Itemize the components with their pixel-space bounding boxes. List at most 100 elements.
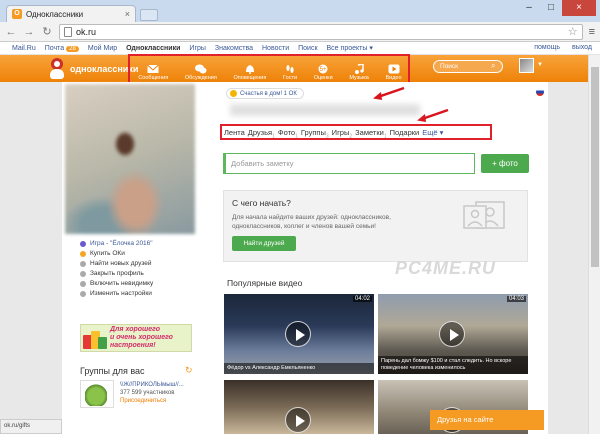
ok-logo[interactable]: одноклассники — [48, 58, 138, 79]
tab-close-icon[interactable]: × — [125, 9, 130, 19]
video-card[interactable]: 04:02 Фёдор vs Александр Емельяненко — [224, 294, 374, 374]
page-scrollbar[interactable] — [588, 55, 600, 434]
nav-guests-label: Гости — [283, 75, 298, 81]
browser-menu-icon[interactable]: ≡ — [589, 26, 595, 38]
menu-find-friends-label[interactable]: Найти новых друзей — [90, 260, 151, 267]
language-flag-icon[interactable] — [536, 88, 544, 96]
minimize-icon[interactable]: – — [518, 0, 540, 16]
link-mail-label[interactable]: Почта — [45, 45, 64, 52]
refresh-icon[interactable]: ↻ — [185, 365, 193, 376]
maximize-icon[interactable]: □ — [540, 0, 562, 16]
tab-notes[interactable]: Заметки1 — [355, 128, 386, 140]
link-search[interactable]: Поиск — [298, 45, 317, 52]
nav-messages[interactable]: Сообщения — [138, 64, 168, 81]
reload-icon[interactable]: ↻ — [41, 25, 53, 38]
profile-left-menu: Игра - "Ёлочка 2016" Купить ОКи Найти но… — [80, 240, 200, 297]
menu-invisible[interactable]: Включить невидимку — [80, 280, 200, 287]
happy-home-badge[interactable]: Счастья в дом! 1 ОК — [226, 88, 304, 99]
play-icon[interactable] — [285, 407, 311, 433]
forward-arrow-icon[interactable]: → — [23, 26, 35, 38]
tab-games[interactable]: Игры2 — [332, 128, 352, 140]
nav-ratings[interactable]: 5+ Оценки — [314, 64, 333, 81]
nav-discussions[interactable]: Обсуждения — [185, 64, 217, 81]
getting-started-title: С чего начать? — [232, 198, 291, 208]
link-dating[interactable]: Знакомства — [215, 45, 253, 52]
browser-tab[interactable]: О Одноклассники × — [6, 5, 136, 22]
tab-gifts-label[interactable]: Подарки — [390, 128, 420, 137]
annotation-arrow-icon — [373, 86, 405, 100]
link-news[interactable]: Новости — [262, 45, 289, 52]
tab-more[interactable]: Ещё ▾ — [422, 128, 443, 140]
link-logout[interactable]: выход — [572, 44, 592, 51]
tab-notes-label[interactable]: Заметки — [355, 128, 384, 137]
back-arrow-icon[interactable]: ← — [5, 26, 17, 38]
play-icon[interactable] — [439, 321, 465, 347]
tab-more-label[interactable]: Ещё — [422, 128, 437, 137]
video-card[interactable] — [224, 380, 374, 434]
group-thumbnail[interactable] — [80, 380, 114, 408]
url-text[interactable]: ok.ru — [76, 27, 564, 37]
gift-boxes-icon — [83, 327, 107, 349]
gamepad-icon — [80, 240, 86, 247]
user-avatar-small[interactable] — [519, 58, 534, 73]
menu-game-label[interactable]: Игра - "Ёлочка 2016" — [90, 240, 153, 247]
add-note-input[interactable]: Добавить заметку — [223, 153, 475, 174]
menu-close-profile[interactable]: Закрыть профиль — [80, 270, 200, 277]
menu-close-profile-label[interactable]: Закрыть профиль — [90, 270, 144, 277]
tab-feed-label[interactable]: Лента — [224, 128, 245, 137]
link-all-projects[interactable]: Все проекты ▾ — [327, 44, 373, 52]
menu-invisible-label[interactable]: Включить невидимку — [90, 280, 153, 287]
tab-groups[interactable]: Группы3 — [301, 128, 329, 140]
people-icon — [80, 260, 86, 267]
close-window-icon[interactable]: × — [562, 0, 596, 16]
menu-buy-ok[interactable]: Купить ОКи — [80, 250, 200, 257]
chat-bubbles-icon — [194, 64, 207, 74]
link-moimir[interactable]: Мой Мир — [88, 45, 117, 52]
link-games[interactable]: Игры — [189, 45, 206, 52]
link-mail[interactable]: Почта 28 — [45, 45, 79, 52]
menu-settings-label[interactable]: Изменить настройки — [90, 290, 152, 297]
menu-game-link[interactable]: Игра - "Ёлочка 2016" — [80, 240, 200, 247]
nav-video[interactable]: Видео — [385, 64, 402, 81]
tab-feed[interactable]: Лента — [224, 128, 245, 140]
friends-online-panel[interactable]: Друзья на сайте — [430, 410, 544, 430]
search-icon[interactable]: ⌕ — [491, 61, 495, 71]
link-mailru[interactable]: Mail.Ru — [12, 45, 36, 52]
chevron-down-icon[interactable]: ▼ — [537, 62, 543, 68]
join-group-link[interactable]: Присоединиться — [120, 397, 184, 405]
tab-photos-label[interactable]: Фото — [278, 128, 295, 137]
tab-photos[interactable]: Фото1 — [278, 128, 298, 140]
add-photo-button[interactable]: + фото — [481, 154, 529, 173]
scrollbar-thumb[interactable] — [591, 67, 599, 267]
address-bar[interactable]: ok.ru ☆ — [59, 23, 583, 40]
coin-icon — [80, 250, 86, 257]
tab-friends-label[interactable]: Друзья — [248, 128, 272, 137]
coin-icon — [230, 90, 237, 97]
tab-games-label[interactable]: Игры — [332, 128, 350, 137]
new-tab-button[interactable] — [140, 9, 158, 21]
nav-notifications[interactable]: Оповещения — [234, 64, 266, 81]
page-icon — [64, 26, 72, 37]
profile-photo[interactable] — [65, 84, 195, 234]
nav-music[interactable]: Музыка — [349, 64, 369, 81]
link-ok[interactable]: Одноклассники — [126, 45, 180, 52]
video-caption[interactable]: Парень дал бомжу $100 и стал следить. Но… — [378, 356, 528, 374]
group-name[interactable]: \\Ж//ПРИКОЛЫмыш//... — [120, 381, 184, 389]
tab-groups-label[interactable]: Группы — [301, 128, 326, 137]
menu-find-friends[interactable]: Найти новых друзей — [80, 260, 200, 267]
banner-text: Для хорошего и очень хорошего настроения… — [110, 326, 173, 350]
tab-friends[interactable]: Друзья1 — [248, 128, 275, 140]
menu-settings[interactable]: Изменить настройки — [80, 290, 200, 297]
video-card[interactable]: 04:03 Парень дал бомжу $100 и стал следи… — [378, 294, 528, 374]
happy-home-label[interactable]: Счастья в дом! 1 ОК — [240, 91, 297, 97]
nav-guests[interactable]: Гости — [283, 64, 297, 81]
mood-banner[interactable]: Для хорошего и очень хорошего настроения… — [80, 324, 192, 352]
video-duration: 04:03 — [506, 296, 526, 302]
play-icon[interactable] — [285, 321, 311, 347]
menu-buy-ok-label[interactable]: Купить ОКи — [90, 250, 125, 257]
find-friends-button[interactable]: Найти друзей — [232, 236, 296, 251]
video-caption[interactable]: Фёдор vs Александр Емельяненко — [224, 363, 374, 374]
bookmark-star-icon[interactable]: ☆ — [568, 25, 578, 38]
link-help[interactable]: помощь — [534, 44, 560, 51]
tab-gifts[interactable]: Подарки — [390, 128, 420, 140]
